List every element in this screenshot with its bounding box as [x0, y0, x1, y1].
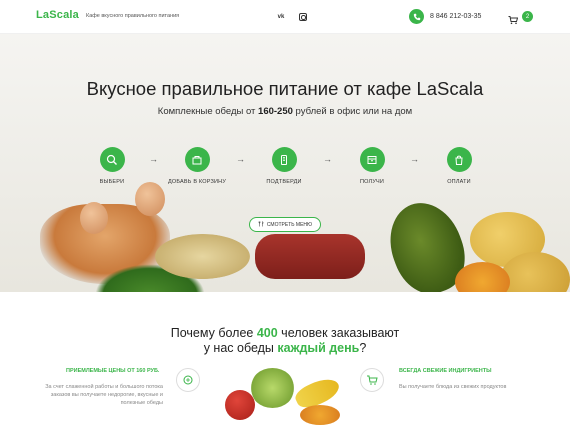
arrow-right-icon: → — [323, 154, 332, 164]
phone-number[interactable]: 8 846 212-03-35 — [430, 13, 481, 20]
feature-title: ПРИЕМЛЕМЫЕ ЦЕНЫ ОТ 160 РУБ. — [66, 368, 160, 374]
fruit-image — [250, 368, 295, 408]
cart-count-badge[interactable]: 2 — [522, 11, 533, 22]
phone-icon — [271, 147, 297, 172]
tagline: Кафе вкусного правильного питания — [86, 13, 180, 19]
step-label: ОПЛАТИ — [447, 179, 471, 185]
hero-title: Вкусное правильное питание от кафе LaSca… — [86, 78, 484, 99]
step-label: ВЫБЕРИ — [99, 179, 125, 185]
phone-icon[interactable] — [409, 9, 424, 24]
step-label: ПОДТВЕРДИ — [266, 179, 302, 185]
feature-title: ВСЕГДА СВЕЖИЕ ИНДИГРИЕНТЫ — [399, 368, 492, 374]
step-confirm: ПОДТВЕРДИ — [244, 147, 324, 185]
order-steps: ВЫБЕРИ → ДОБАВЬ В КОРЗИНУ → ПОДТВЕРДИ → … — [0, 147, 570, 197]
why-text: Почему более — [170, 326, 257, 340]
subtitle-text: Комплекные обеды от — [157, 106, 259, 117]
cart-icon[interactable] — [508, 12, 519, 25]
why-highlight: 400 — [256, 326, 278, 340]
header: LaScala Кафе вкусного правильного питани… — [0, 0, 570, 34]
step-label: ДОБАВЬ В КОРЗИНУ — [167, 179, 227, 185]
fruit-image — [300, 405, 340, 425]
subtitle-price: 160-250 — [258, 106, 293, 117]
step-choose: ВЫБЕРИ — [72, 147, 152, 185]
basket-icon — [184, 147, 210, 172]
view-menu-label: СМОТРЕТЬ МЕНЮ — [266, 221, 313, 228]
hero-section: Вкусное правильное питание от кафе LaSca… — [0, 34, 570, 292]
logo[interactable]: LaScala — [36, 9, 79, 21]
why-highlight: каждый день — [277, 341, 360, 355]
coins-icon — [176, 368, 200, 392]
feature-text: За счет слаженной работы и большого пото… — [45, 384, 163, 406]
egg-image — [80, 202, 108, 234]
subtitle-text: рублей в офис или на дом — [292, 106, 413, 117]
step-label: ПОЛУЧИ — [359, 179, 385, 185]
instagram-icon[interactable] — [296, 10, 310, 24]
step-receive: ПОЛУЧИ — [332, 147, 412, 185]
step-add-to-cart: ДОБАВЬ В КОРЗИНУ — [157, 147, 237, 185]
meat-image — [255, 234, 365, 279]
vk-icon[interactable]: vk — [274, 10, 288, 24]
bag-icon — [446, 147, 472, 172]
why-text: у нас обеды — [203, 341, 278, 355]
why-text: ? — [359, 341, 367, 355]
view-menu-button[interactable]: СМОТРЕТЬ МЕНЮ — [249, 217, 321, 232]
feature-text: Вы получаете блюда из свежих продуктов — [399, 384, 507, 390]
step-pay: ОПЛАТИ — [419, 147, 499, 185]
why-title: Почему более 400 человек заказывают у на… — [0, 326, 570, 356]
box-icon — [359, 147, 385, 172]
why-text: человек заказывают — [277, 326, 400, 340]
cutlery-icon — [258, 220, 264, 229]
bowl-image — [155, 234, 250, 279]
hero-subtitle: Комплекные обеды от 160-250 рублей в офи… — [0, 106, 570, 117]
arrow-right-icon: → — [410, 154, 419, 164]
search-icon — [99, 147, 125, 172]
cart-icon — [360, 368, 384, 392]
